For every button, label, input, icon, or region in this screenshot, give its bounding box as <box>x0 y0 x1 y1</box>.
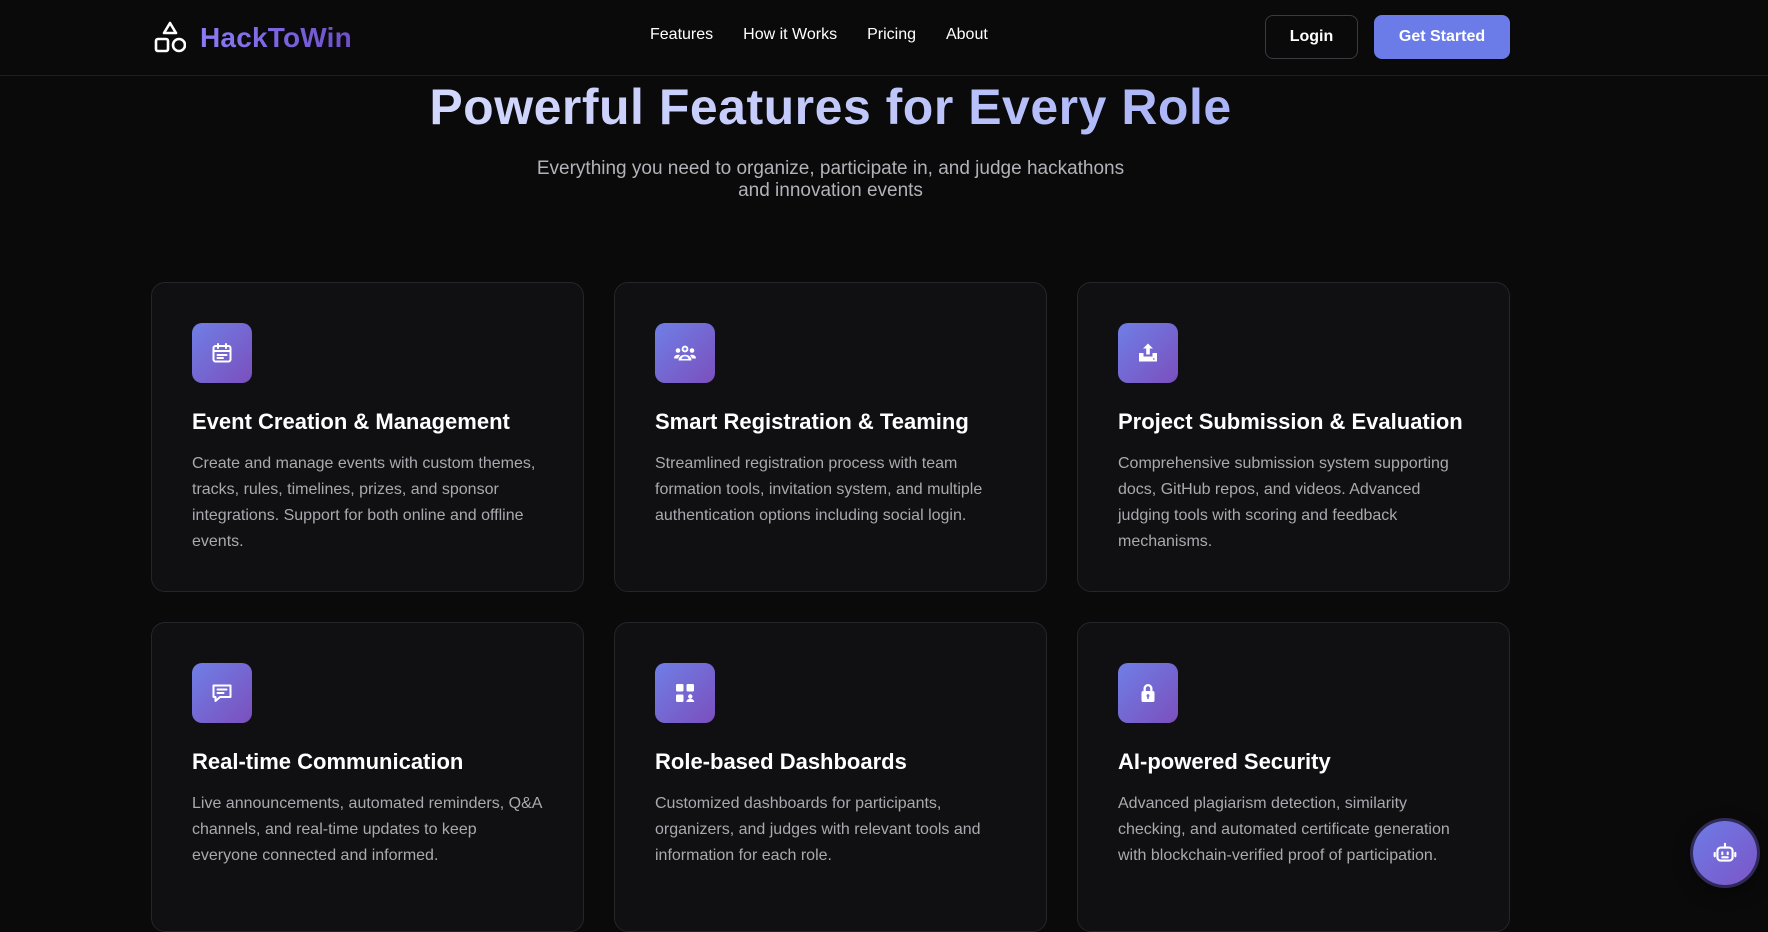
nav-link-features[interactable]: Features <box>650 26 713 44</box>
site-header: HackToWin Features How it Works Pricing … <box>0 0 1768 76</box>
feature-card-dashboards: Role-based Dashboards Customized dashboa… <box>614 622 1047 932</box>
get-started-button[interactable]: Get Started <box>1374 15 1510 59</box>
feature-description: Create and manage events with custom the… <box>192 455 536 550</box>
feature-title: Smart Registration & Teaming <box>655 409 969 434</box>
brand-logo[interactable]: HackToWin <box>154 18 352 58</box>
feature-icon-box <box>655 323 715 383</box>
feature-description: Comprehensive submission system supporti… <box>1118 455 1449 550</box>
nav-link-how-it-works[interactable]: How it Works <box>743 26 837 44</box>
section-subtitle: Everything you need to organize, partici… <box>527 158 1134 202</box>
calendar-icon <box>212 343 232 363</box>
feature-description: Advanced plagiarism detection, similarit… <box>1118 795 1450 864</box>
feature-icon-box <box>192 323 252 383</box>
shapes-logo-icon <box>154 21 186 53</box>
feature-description: Customized dashboards for participants, … <box>655 795 981 864</box>
feature-icon-box <box>192 663 252 723</box>
main-nav: Features How it Works Pricing About <box>650 26 988 44</box>
nav-link-pricing[interactable]: Pricing <box>867 26 916 44</box>
section-subtitle-line-2: and innovation events <box>738 180 923 201</box>
feature-icon-box <box>1118 323 1178 383</box>
login-button[interactable]: Login <box>1265 15 1358 59</box>
feature-title: Role-based Dashboards <box>655 749 907 774</box>
feature-title: Project Submission & Evaluation <box>1118 409 1463 434</box>
feature-card-registration: Smart Registration & Teaming Streamlined… <box>614 282 1047 592</box>
feature-title: Real-time Communication <box>192 749 464 774</box>
chat-icon <box>212 684 232 702</box>
robot-icon <box>1713 842 1737 862</box>
feature-card-security: AI-powered Security Advanced plagiarism … <box>1077 622 1510 932</box>
dashboard-icon <box>676 684 695 702</box>
feature-title: AI-powered Security <box>1118 749 1331 774</box>
nav-link-about[interactable]: About <box>946 26 988 44</box>
features-grid: Event Creation & Management Create and m… <box>151 282 1510 932</box>
feature-icon-box <box>655 663 715 723</box>
feature-card-submission: Project Submission & Evaluation Comprehe… <box>1077 282 1510 592</box>
chatbot-button[interactable] <box>1693 821 1757 885</box>
feature-description: Live announcements, automated reminders,… <box>192 795 542 864</box>
feature-icon-box <box>1118 663 1178 723</box>
feature-description: Streamlined registration process with te… <box>655 455 983 524</box>
feature-card-communication: Real-time Communication Live announcemen… <box>151 622 584 932</box>
team-icon <box>674 345 696 361</box>
feature-title: Event Creation & Management <box>192 409 510 434</box>
lock-icon <box>1141 684 1155 702</box>
feature-card-event-creation: Event Creation & Management Create and m… <box>151 282 584 592</box>
upload-icon <box>1139 343 1157 362</box>
brand-name: HackToWin <box>200 22 352 53</box>
section-title: Powerful Features for Every Role <box>0 78 1661 136</box>
section-subtitle-line-1: Everything you need to organize, partici… <box>536 158 1125 179</box>
